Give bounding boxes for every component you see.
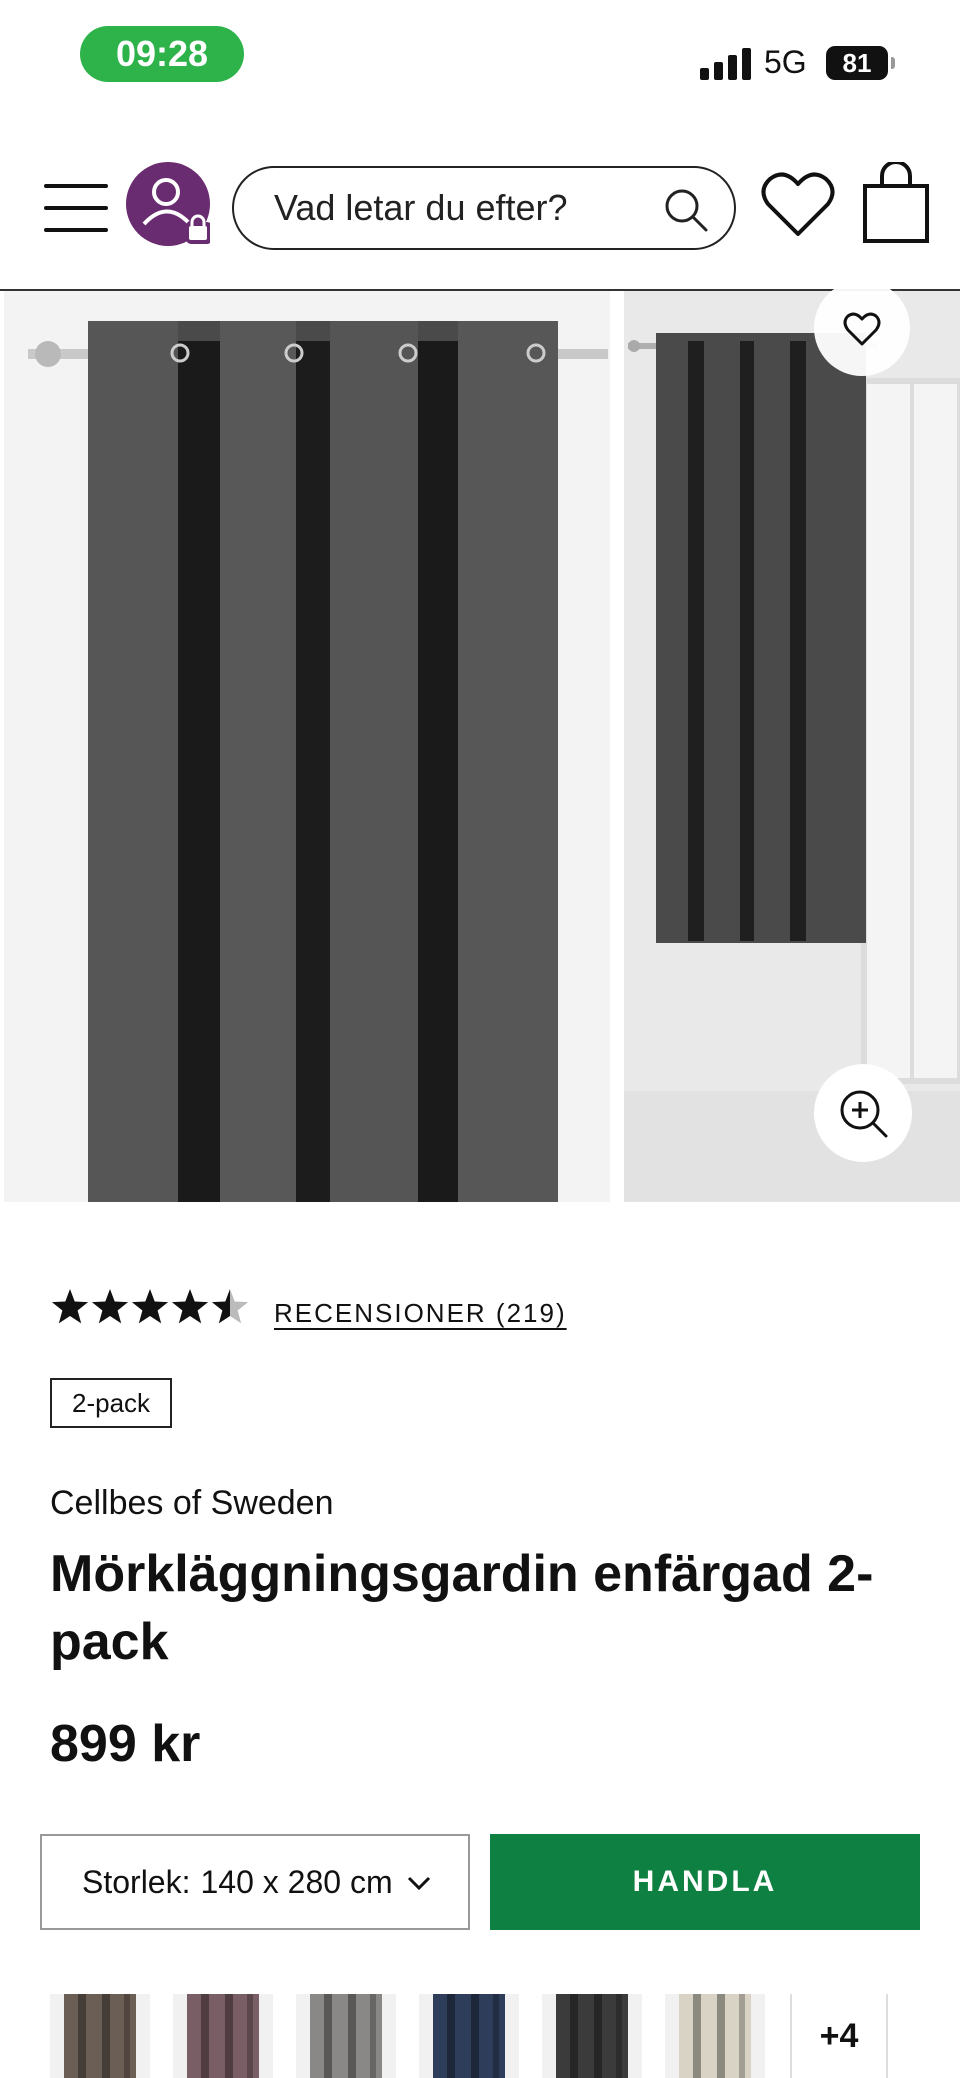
size-label: Storlek: xyxy=(82,1863,191,1900)
product-price: 899 kr xyxy=(50,1715,201,1773)
product-image-main[interactable] xyxy=(4,291,610,1202)
star-icon xyxy=(91,1289,129,1324)
color-swatch[interactable] xyxy=(296,1994,396,2078)
site-header: Vad letar du efter? xyxy=(0,150,960,290)
wishlist-heart-icon[interactable] xyxy=(760,170,836,238)
zoom-button[interactable] xyxy=(814,1064,912,1162)
size-value: 140 x 280 cm xyxy=(200,1863,393,1900)
product-title: Mörkläggningsgardin enfärgad 2-pack xyxy=(50,1545,874,1671)
chevron-down-icon xyxy=(407,1876,431,1891)
search-placeholder: Vad letar du efter? xyxy=(274,187,568,228)
shopping-bag-icon[interactable] xyxy=(862,162,930,244)
heart-icon xyxy=(843,312,881,346)
image-favorite-button[interactable] xyxy=(814,280,910,376)
status-bar: 09:28 5G 81 xyxy=(0,0,960,110)
star-icon xyxy=(131,1289,169,1324)
star-rating xyxy=(50,1288,260,1328)
battery-icon: 81 xyxy=(826,46,895,80)
color-swatch[interactable] xyxy=(419,1994,519,2078)
color-swatch[interactable] xyxy=(173,1994,273,2078)
zoom-in-icon xyxy=(840,1090,888,1138)
search-icon[interactable] xyxy=(662,186,710,234)
pack-badge: 2-pack xyxy=(50,1378,173,1428)
search-input[interactable]: Vad letar du efter? xyxy=(232,166,736,250)
product-brand: Cellbes of Sweden xyxy=(50,1484,334,1522)
color-swatch[interactable] xyxy=(50,1994,150,2078)
reviews-link[interactable]: RECENSIONER (219) xyxy=(274,1298,567,1329)
star-icon xyxy=(171,1289,209,1324)
network-label: 5G xyxy=(764,44,807,80)
color-swatch[interactable] xyxy=(665,1994,765,2078)
star-icon xyxy=(51,1289,89,1324)
star-icon xyxy=(211,1289,249,1324)
menu-icon[interactable] xyxy=(44,184,108,232)
more-colors-button[interactable]: +4 xyxy=(790,1994,888,2078)
account-icon[interactable] xyxy=(126,162,212,246)
color-swatches: +4 xyxy=(50,1994,920,2078)
status-time: 09:28 xyxy=(80,26,244,82)
buy-button[interactable]: HANDLA xyxy=(490,1834,920,1930)
size-select[interactable]: Storlek: 140 x 280 cm xyxy=(40,1834,470,1930)
signal-icon xyxy=(700,46,752,80)
color-swatch[interactable] xyxy=(542,1994,642,2078)
